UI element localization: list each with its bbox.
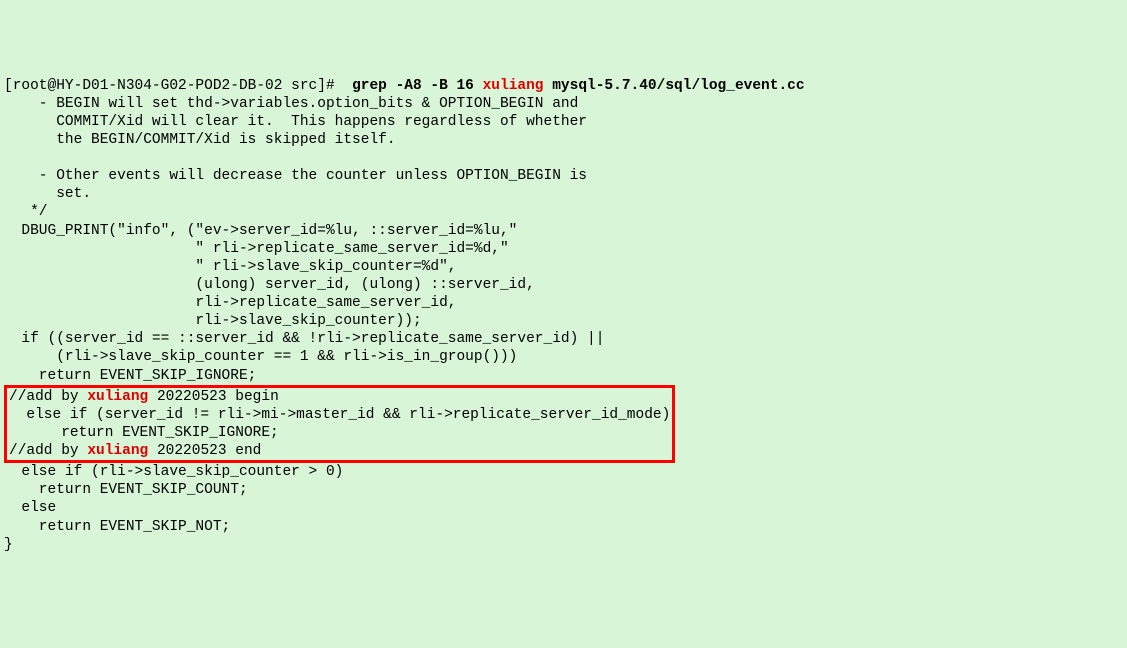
code-line: - Other events will decrease the counter… — [4, 168, 587, 184]
code-line: */ — [4, 204, 48, 220]
grep-keyword: xuliang — [483, 78, 544, 94]
code-line: if ((server_id == ::server_id && !rli->r… — [4, 331, 604, 347]
grep-match: xuliang — [87, 443, 148, 459]
code-line: else if (rli->slave_skip_counter > 0) — [4, 464, 343, 480]
code-line: 20220523 begin — [148, 389, 279, 405]
code-line: (rli->slave_skip_counter == 1 && rli->is… — [4, 349, 517, 365]
code-line: " rli->replicate_same_server_id=%d," — [4, 241, 509, 257]
code-line: return EVENT_SKIP_IGNORE; — [9, 425, 279, 441]
code-line: (ulong) server_id, (ulong) ::server_id, — [4, 277, 535, 293]
code-line: } — [4, 537, 13, 553]
code-line: //add by — [9, 443, 87, 459]
code-line: 20220523 end — [148, 443, 261, 459]
code-line: else if (server_id != rli->mi->master_id… — [9, 407, 670, 423]
command-file: mysql-5.7.40/sql/log_event.cc — [544, 78, 805, 94]
code-line: the BEGIN/COMMIT/Xid is skipped itself. — [4, 132, 396, 148]
grep-match: xuliang — [87, 389, 148, 405]
code-line: set. — [4, 186, 91, 202]
code-line: //add by — [9, 389, 87, 405]
code-line: - BEGIN will set thd->variables.option_b… — [4, 96, 578, 112]
highlighted-code-block: //add by xuliang 20220523 begin else if … — [4, 385, 675, 464]
code-line: rli->replicate_same_server_id, — [4, 295, 456, 311]
code-line: rli->slave_skip_counter)); — [4, 313, 422, 329]
shell-prompt: [root@HY-D01-N304-G02-POD2-DB-02 src]# — [4, 78, 352, 94]
code-line: " rli->slave_skip_counter=%d", — [4, 259, 456, 275]
terminal-output: [root@HY-D01-N304-G02-POD2-DB-02 src]# g… — [4, 77, 1123, 554]
code-line: COMMIT/Xid will clear it. This happens r… — [4, 114, 587, 130]
code-line: else — [4, 500, 56, 516]
command-text: grep -A8 -B 16 — [352, 78, 483, 94]
code-line: return EVENT_SKIP_NOT; — [4, 519, 230, 535]
code-line: return EVENT_SKIP_IGNORE; — [4, 368, 256, 384]
code-line: DBUG_PRINT("info", ("ev->server_id=%lu, … — [4, 223, 517, 239]
code-line: return EVENT_SKIP_COUNT; — [4, 482, 248, 498]
